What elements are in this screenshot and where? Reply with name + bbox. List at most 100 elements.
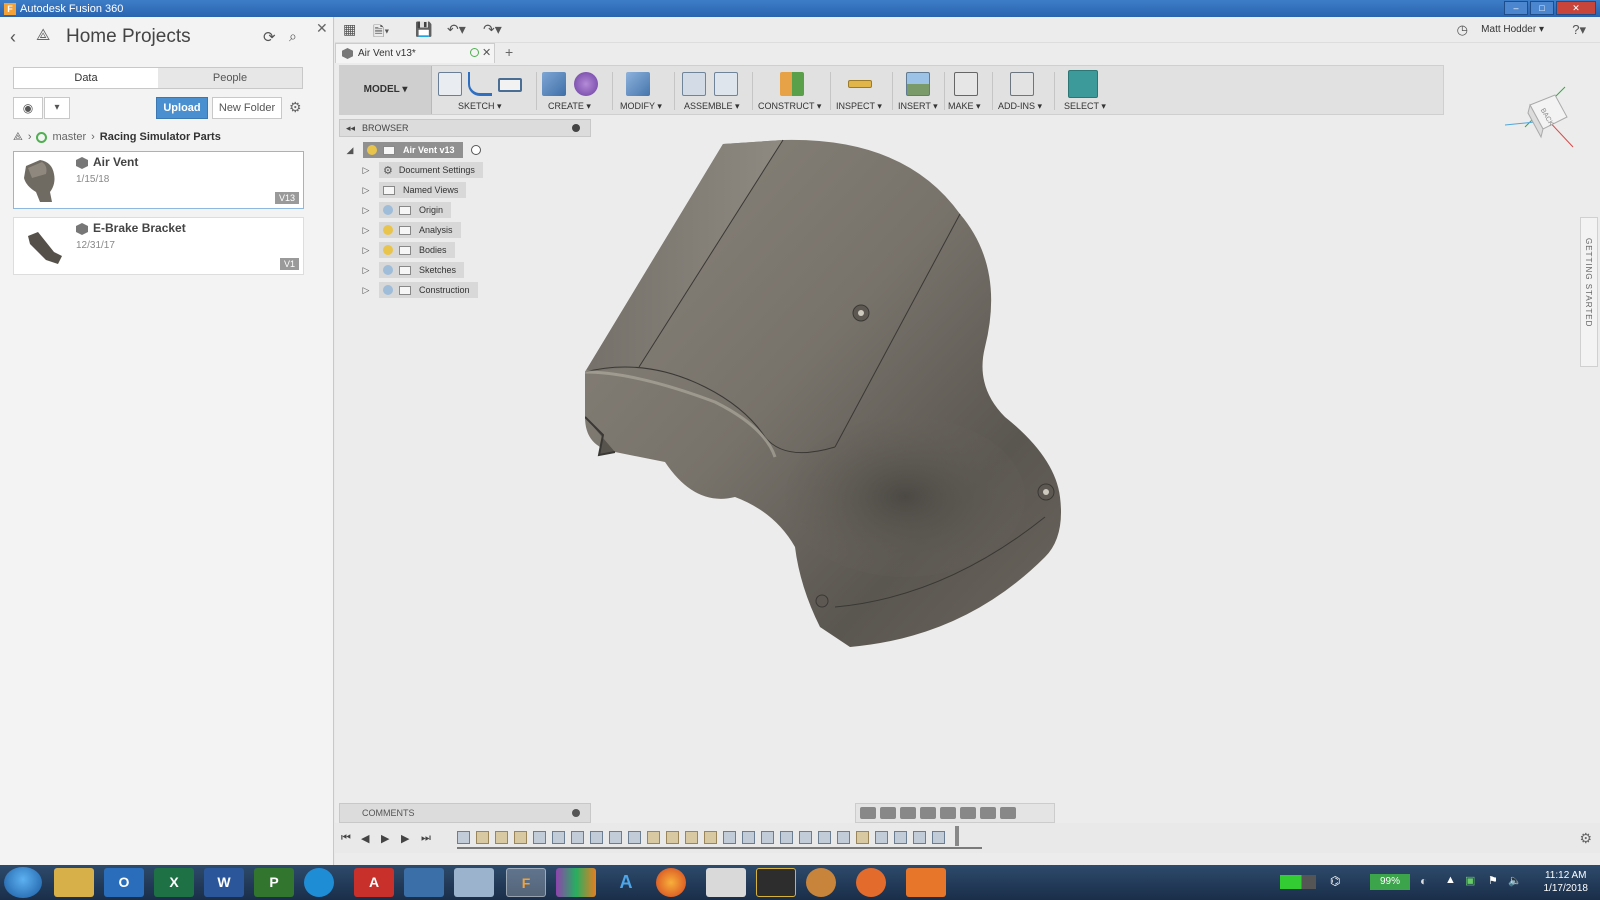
timeline-feature[interactable] bbox=[647, 831, 660, 844]
document-tab[interactable]: Air Vent v13* ✕ bbox=[335, 43, 495, 63]
expand-triangle-icon[interactable]: ▷ bbox=[361, 185, 371, 195]
flag-icon[interactable]: ⚑ bbox=[1488, 874, 1498, 887]
back-arrow-icon[interactable]: ‹ bbox=[10, 27, 16, 48]
tree-item-bodies[interactable]: ▷ Bodies bbox=[361, 241, 455, 259]
viewports-icon[interactable] bbox=[1000, 807, 1016, 819]
step-back-icon[interactable]: ◀ bbox=[361, 832, 369, 845]
tree-node[interactable]: Origin bbox=[379, 202, 452, 218]
tree-root-row[interactable]: ◢ Air Vent v13 bbox=[345, 141, 481, 159]
network-meter-icon[interactable] bbox=[1280, 875, 1316, 889]
tree-root-node[interactable]: Air Vent v13 bbox=[363, 142, 463, 158]
timeline-feature[interactable] bbox=[856, 831, 869, 844]
blender-app-icon[interactable] bbox=[856, 868, 886, 897]
expand-triangle-icon[interactable]: ▷ bbox=[361, 285, 371, 295]
new-tab-icon[interactable]: + bbox=[505, 44, 513, 60]
timeline-feature[interactable] bbox=[533, 831, 546, 844]
settings-app-icon[interactable] bbox=[404, 868, 444, 897]
look-at-icon[interactable] bbox=[880, 807, 896, 819]
acrobat-icon[interactable]: A bbox=[354, 868, 394, 897]
timeline-feature[interactable] bbox=[552, 831, 565, 844]
view-mode-button[interactable]: ◉ bbox=[13, 97, 43, 119]
visibility-bulb-icon[interactable] bbox=[367, 145, 377, 155]
grid-settings-icon[interactable] bbox=[980, 807, 996, 819]
close-tab-icon[interactable]: ✕ bbox=[482, 46, 491, 59]
modify-group[interactable]: MODIFY ▾ bbox=[618, 66, 668, 114]
view-cube[interactable]: BACK bbox=[1495, 77, 1575, 157]
expand-triangle-icon[interactable]: ▷ bbox=[361, 245, 371, 255]
timeline-feature[interactable] bbox=[723, 831, 736, 844]
timeline-feature[interactable] bbox=[666, 831, 679, 844]
timeline-feature[interactable] bbox=[457, 831, 470, 844]
timeline-feature[interactable] bbox=[590, 831, 603, 844]
battery-indicator[interactable]: 99% bbox=[1370, 874, 1410, 890]
select-group[interactable]: SELECT ▾ bbox=[1058, 66, 1108, 114]
powerpoint-app-icon[interactable] bbox=[906, 868, 946, 897]
help-icon[interactable]: ?▾ bbox=[1572, 22, 1586, 38]
activate-component-icon[interactable] bbox=[470, 145, 481, 155]
zoom-icon[interactable] bbox=[920, 807, 936, 819]
tree-item-named-views[interactable]: ▷ Named Views bbox=[361, 181, 467, 199]
fit-icon[interactable] bbox=[940, 807, 956, 819]
visibility-bulb-icon[interactable] bbox=[383, 285, 393, 295]
breadcrumb-branch[interactable]: master bbox=[52, 131, 86, 143]
display-settings-icon[interactable] bbox=[960, 807, 976, 819]
books-app-icon[interactable] bbox=[556, 868, 596, 897]
pin-icon[interactable] bbox=[572, 124, 580, 132]
job-status-icon[interactable]: ◷ bbox=[1457, 22, 1468, 38]
teamviewer-icon[interactable] bbox=[304, 868, 334, 897]
timeline-feature[interactable] bbox=[932, 831, 945, 844]
fusion-360-taskbar-icon[interactable]: F bbox=[506, 868, 546, 897]
excel-icon[interactable]: X bbox=[154, 868, 194, 897]
timeline-feature[interactable] bbox=[894, 831, 907, 844]
timeline-feature[interactable] bbox=[818, 831, 831, 844]
timeline-feature[interactable] bbox=[875, 831, 888, 844]
autodesk-app-icon[interactable]: A bbox=[606, 868, 646, 897]
timeline-feature[interactable] bbox=[495, 831, 508, 844]
tree-node[interactable]: Construction bbox=[379, 282, 478, 298]
timeline-feature[interactable] bbox=[476, 831, 489, 844]
timeline-feature[interactable] bbox=[571, 831, 584, 844]
visibility-bulb-icon[interactable] bbox=[383, 265, 393, 275]
create-group[interactable]: CREATE ▾ bbox=[542, 66, 604, 114]
minimize-button[interactable]: – bbox=[1504, 1, 1528, 15]
tab-data[interactable]: Data bbox=[14, 68, 158, 88]
close-icon[interactable]: ✕ bbox=[316, 20, 328, 37]
save-icon[interactable]: 💾 bbox=[415, 21, 432, 38]
timeline-feature[interactable] bbox=[837, 831, 850, 844]
timeline-feature[interactable] bbox=[780, 831, 793, 844]
view-mode-dropdown[interactable]: ▾ bbox=[44, 97, 70, 119]
refresh-icon[interactable]: ⟳ bbox=[263, 28, 276, 46]
show-hidden-icons[interactable]: ▲ bbox=[1445, 874, 1456, 886]
comments-panel-header[interactable]: COMMENTS bbox=[339, 803, 591, 823]
timeline-settings-icon[interactable]: ⚙ bbox=[1579, 830, 1592, 847]
timeline-feature[interactable] bbox=[913, 831, 926, 844]
timeline-feature[interactable] bbox=[609, 831, 622, 844]
calculator-icon[interactable] bbox=[454, 868, 494, 897]
terminal-app-icon[interactable] bbox=[756, 868, 796, 897]
inspect-group[interactable]: INSPECT ▾ bbox=[836, 66, 888, 114]
tree-item-construction[interactable]: ▷ Construction bbox=[361, 281, 478, 299]
breadcrumb-project[interactable]: Racing Simulator Parts bbox=[100, 131, 221, 143]
collapse-icon[interactable]: ◂◂ bbox=[346, 123, 355, 134]
gear-icon[interactable]: ⚙ bbox=[289, 99, 302, 116]
timeline-feature[interactable] bbox=[742, 831, 755, 844]
new-folder-button[interactable]: New Folder bbox=[212, 97, 282, 119]
play-icon[interactable]: ▶ bbox=[381, 832, 389, 845]
close-window-button[interactable]: ✕ bbox=[1556, 1, 1596, 15]
model-viewport[interactable] bbox=[585, 117, 1525, 807]
tree-item-sketches[interactable]: ▷ Sketches bbox=[361, 261, 465, 279]
hub-icon[interactable]: ⟁ bbox=[36, 27, 56, 47]
tree-node[interactable]: Analysis bbox=[379, 222, 461, 238]
wifi-icon[interactable]: ⌬ bbox=[1330, 874, 1340, 888]
maximize-button[interactable]: □ bbox=[1530, 1, 1554, 15]
start-button[interactable] bbox=[4, 867, 42, 898]
timeline-marker[interactable] bbox=[955, 826, 959, 846]
go-to-end-icon[interactable]: ⏭ bbox=[421, 832, 431, 845]
visibility-bulb-icon[interactable] bbox=[383, 225, 393, 235]
workspace-switcher[interactable]: MODEL ▾ bbox=[340, 66, 432, 114]
timeline-feature[interactable] bbox=[628, 831, 641, 844]
add-comment-icon[interactable] bbox=[572, 809, 580, 817]
redo-icon[interactable]: ↷▾ bbox=[483, 21, 502, 38]
tab-people[interactable]: People bbox=[158, 68, 302, 88]
tree-item-origin[interactable]: ▷ Origin bbox=[361, 201, 452, 219]
